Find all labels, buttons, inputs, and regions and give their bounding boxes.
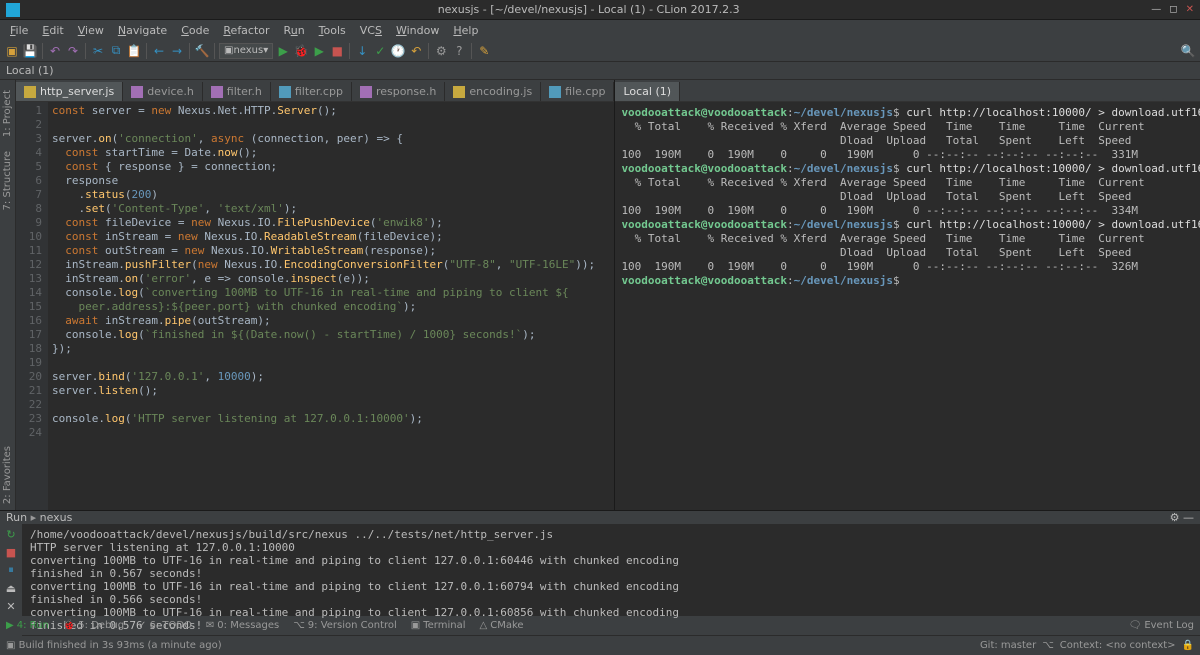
terminal-tabs: Local (1): [615, 80, 1200, 102]
run-output[interactable]: /home/voodooattack/devel/nexusjs/build/s…: [22, 524, 1200, 636]
tool-todo[interactable]: ✓ 6: TODO: [138, 620, 192, 631]
close-icon[interactable]: ✕: [1186, 4, 1194, 15]
status-git[interactable]: Git: master: [980, 640, 1036, 651]
sidebar-project[interactable]: 1: Project: [0, 84, 15, 143]
sidebar-favorites[interactable]: 2: Favorites: [0, 440, 15, 510]
tab-filter-cpp[interactable]: filter.cpp: [271, 82, 352, 101]
minimize-tool-icon[interactable]: —: [1183, 511, 1194, 524]
tab-http-server[interactable]: http_server.js: [16, 82, 123, 101]
cut-icon[interactable]: ✂: [90, 43, 106, 59]
forward-icon[interactable]: →: [169, 43, 185, 59]
gutter: 123456789101112131415161718192021222324: [16, 102, 48, 510]
tool-run[interactable]: ▶ 4: Run: [6, 620, 49, 631]
tool-cmake[interactable]: △ CMake: [480, 620, 524, 631]
pause-icon[interactable]: ⏸: [3, 562, 19, 578]
title-bar: nexusjs - [~/devel/nexusjs] - Local (1) …: [0, 0, 1200, 20]
close-run-icon[interactable]: ✕: [3, 598, 19, 614]
back-icon[interactable]: ←: [151, 43, 167, 59]
tab-file-cpp[interactable]: file.cpp: [541, 82, 614, 101]
terminal-pane: Local (1) voodooattack@voodooattack:~/de…: [614, 80, 1200, 510]
vcs-revert-icon[interactable]: ↶: [408, 43, 424, 59]
event-log[interactable]: 🗨 Event Log: [1129, 620, 1194, 631]
editor-pane: http_server.js device.h filter.h filter.…: [16, 80, 614, 510]
tool-messages[interactable]: ✉ 0: Messages: [206, 620, 279, 631]
run-tool-window: Run ▸ nexus ⚙ — ↻ ■ ⏸ ⏏ ✕ /home/voodooat…: [0, 510, 1200, 615]
debug-icon[interactable]: 🐞: [293, 43, 309, 59]
vcs-commit-icon[interactable]: ✓: [372, 43, 388, 59]
breadcrumb: Local (1): [0, 62, 1200, 80]
menu-view[interactable]: View: [72, 22, 110, 39]
tab-response-h[interactable]: response.h: [352, 82, 445, 101]
status-context[interactable]: Context: <no context>: [1060, 640, 1176, 651]
main-toolbar: ▣ 💾 ↶ ↷ ✂ ⧉ 📋 ← → 🔨 ▣ nexus ▾ ▶ 🐞 ▶ ■ ↓ …: [0, 40, 1200, 62]
save-icon[interactable]: 💾: [22, 43, 38, 59]
menu-edit[interactable]: Edit: [36, 22, 69, 39]
breadcrumb-item[interactable]: Local (1): [6, 64, 54, 77]
left-sidebar: 1: Project 7: Structure 2: Favorites: [0, 80, 16, 510]
stop-run-icon[interactable]: ■: [3, 544, 19, 560]
highlight-icon[interactable]: ✎: [476, 43, 492, 59]
copy-icon[interactable]: ⧉: [108, 43, 124, 59]
tool-debug[interactable]: 🐞 5: Debug: [63, 620, 124, 631]
tab-encoding-js[interactable]: encoding.js: [445, 82, 541, 101]
open-icon[interactable]: ▣: [4, 43, 20, 59]
code-area[interactable]: const server = new Nexus.Net.HTTP.Server…: [48, 102, 614, 510]
coverage-icon[interactable]: ▶: [311, 43, 327, 59]
menu-bar: File Edit View Navigate Code Refactor Ru…: [0, 20, 1200, 40]
window-title: nexusjs - [~/devel/nexusjs] - Local (1) …: [26, 3, 1151, 16]
redo-icon[interactable]: ↷: [65, 43, 81, 59]
menu-vcs[interactable]: VCS: [354, 22, 388, 39]
settings-icon[interactable]: ⚙: [433, 43, 449, 59]
run-config-select[interactable]: ▣ nexus ▾: [219, 43, 273, 59]
tab-filter-h[interactable]: filter.h: [203, 82, 271, 101]
help-icon[interactable]: ?: [451, 43, 467, 59]
menu-window[interactable]: Window: [390, 22, 445, 39]
tool-vcs[interactable]: ⌥ 9: Version Control: [293, 620, 397, 631]
lock-icon[interactable]: 🔒: [1182, 640, 1194, 651]
exit-icon[interactable]: ⏏: [3, 580, 19, 596]
stop-icon[interactable]: ■: [329, 43, 345, 59]
editor-body[interactable]: 123456789101112131415161718192021222324 …: [16, 102, 614, 510]
terminal-body[interactable]: voodooattack@voodooattack:~/devel/nexusj…: [615, 102, 1200, 510]
menu-run[interactable]: Run: [278, 22, 311, 39]
app-icon: [6, 3, 20, 17]
vcs-update-icon[interactable]: ↓: [354, 43, 370, 59]
maximize-icon[interactable]: ◻: [1169, 4, 1177, 15]
sidebar-structure[interactable]: 7: Structure: [0, 145, 15, 216]
terminal-tab-local[interactable]: Local (1): [615, 82, 680, 101]
tab-device-h[interactable]: device.h: [123, 82, 203, 101]
paste-icon[interactable]: 📋: [126, 43, 142, 59]
run-tool-tab[interactable]: nexus: [40, 511, 73, 524]
menu-code[interactable]: Code: [175, 22, 215, 39]
minimize-icon[interactable]: —: [1151, 4, 1161, 15]
run-tool-title: Run: [6, 511, 27, 524]
search-icon[interactable]: 🔍: [1180, 43, 1196, 59]
rerun-icon[interactable]: ↻: [3, 526, 19, 542]
menu-help[interactable]: Help: [447, 22, 484, 39]
settings-icon[interactable]: ⚙: [1170, 511, 1180, 524]
run-icon[interactable]: ▶: [275, 43, 291, 59]
menu-tools[interactable]: Tools: [313, 22, 352, 39]
menu-refactor[interactable]: Refactor: [217, 22, 275, 39]
menu-navigate[interactable]: Navigate: [112, 22, 173, 39]
build-icon[interactable]: 🔨: [194, 43, 210, 59]
vcs-history-icon[interactable]: 🕐: [390, 43, 406, 59]
editor-tabs: http_server.js device.h filter.h filter.…: [16, 80, 614, 102]
tool-terminal[interactable]: ▣ Terminal: [411, 620, 466, 631]
status-bar: ▣ Build finished in 3s 93ms (a minute ag…: [0, 635, 1200, 655]
status-build: ▣ Build finished in 3s 93ms (a minute ag…: [6, 640, 222, 651]
undo-icon[interactable]: ↶: [47, 43, 63, 59]
menu-file[interactable]: File: [4, 22, 34, 39]
